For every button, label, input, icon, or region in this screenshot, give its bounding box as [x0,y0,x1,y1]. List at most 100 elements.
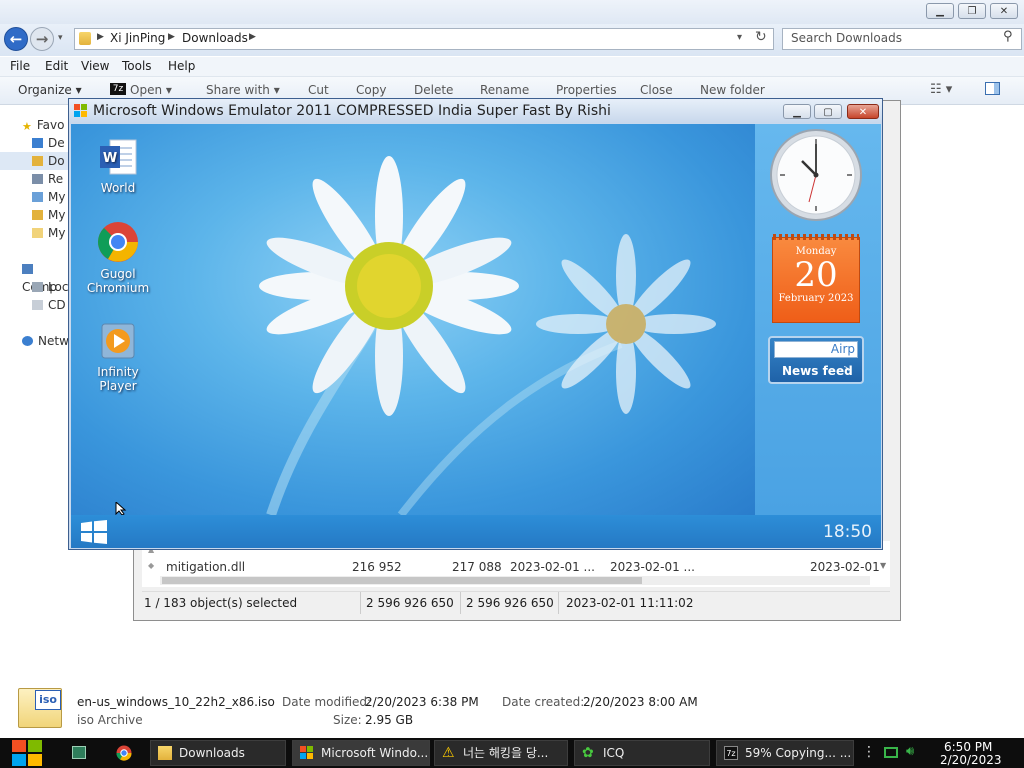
7zip-scroll-edge [882,191,891,371]
share-with-button[interactable]: Share with ▾ [206,83,280,97]
breadcrumb-downloads[interactable]: Downloads [182,31,248,45]
menu-bar: File Edit View Tools Help [0,57,1024,77]
nav-my-2[interactable]: My [32,206,65,224]
news-feed-input[interactable]: Airp [774,341,858,358]
emu-close-button[interactable]: ✕ [847,104,879,119]
taskbar-time[interactable]: 6:50 PM [944,740,992,754]
library-icon [32,192,43,202]
search-placeholder: Search Downloads [791,31,902,45]
back-button[interactable]: ← [4,27,28,51]
scrollbar-thumb[interactable] [162,577,642,584]
close-archive-button[interactable]: Close [640,83,673,97]
news-feed-gadget[interactable]: Airp News feed ◝ [768,336,864,384]
nav-recent[interactable]: Re [32,170,63,188]
nav-desktop[interactable]: De [32,134,65,152]
nav-network[interactable]: Netw [22,332,69,350]
properties-button[interactable]: Properties [556,83,617,97]
recent-places-icon [32,174,43,184]
rss-icon: ◝ [844,363,849,377]
close-button[interactable]: ✕ [990,3,1018,19]
media-player-icon [101,323,135,359]
address-bar[interactable]: ▶ Xi JinPing ▶ Downloads ▶ ▾ ↻ [74,28,774,50]
file-accessed: 2023-02-01 [810,560,880,574]
horizontal-scrollbar[interactable] [160,576,870,585]
breadcrumb-user[interactable]: Xi JinPing [110,31,165,45]
task-downloads[interactable]: Downloads [150,740,286,766]
refresh-icon[interactable]: ↻ [755,29,767,45]
nav-favorites[interactable]: ★ Favo [22,116,64,134]
nav-my-1[interactable]: My [32,188,65,206]
7zip-status-bar: 1 / 183 object(s) selected 2 596 926 650… [142,591,890,614]
breadcrumb-separator-icon: ▶ [97,32,104,42]
calendar-gadget[interactable]: Monday 20 February 2023 [772,234,860,323]
nav-my-3[interactable]: My [32,224,65,242]
copy-button[interactable]: Copy [356,83,386,97]
search-input[interactable]: Search Downloads ⚲ [782,28,1022,50]
menu-edit[interactable]: Edit [45,59,68,73]
mouse-cursor-icon [115,502,127,515]
start-button[interactable] [81,520,107,544]
calendar-day: 20 [794,255,838,295]
details-modified: 2/20/2023 6:38 PM [365,695,479,709]
calendar-rings [773,234,859,240]
overflow-menu-icon[interactable]: ⋮ [862,744,876,760]
task-warning[interactable]: ⚠ 너는 해킹을 당... [434,740,568,766]
network-tray-icon[interactable] [884,747,898,758]
emulator-titlebar[interactable]: Microsoft Windows Emulator 2011 COMPRESS… [69,99,882,123]
status-packed: 2 596 926 650 [466,596,554,610]
disk-icon [32,282,43,292]
desktop-icon-label: World [100,181,136,195]
preview-pane-icon[interactable] [985,82,1000,95]
task-icq[interactable]: ✿ ICQ [574,740,710,766]
table-row[interactable]: ◆ mitigation.dll 216 952 217 088 2023-02… [142,560,882,576]
menu-file[interactable]: File [10,59,30,73]
restore-button[interactable]: ❐ [958,3,986,19]
menu-help[interactable]: Help [168,59,195,73]
new-folder-button[interactable]: New folder [700,83,765,97]
rename-button[interactable]: Rename [480,83,529,97]
chrome-taskbar-icon[interactable] [116,745,132,761]
taskbar-date[interactable]: 2/20/2023 [940,753,1002,767]
delete-button[interactable]: Delete [414,83,453,97]
task-emulator[interactable]: Microsoft Windo... [292,740,430,766]
menu-tools[interactable]: Tools [122,59,152,73]
daisy-wallpaper [259,156,716,515]
desktop-icon-word[interactable]: W World [83,136,153,195]
desktop-icon [32,138,43,148]
7zip-icon: 7z [724,746,738,760]
recent-pages-chevron-icon[interactable]: ▾ [58,33,63,43]
network-icon [22,336,33,346]
address-dropdown-icon[interactable]: ▾ [737,32,742,43]
volume-icon[interactable]: 🔊︎ [906,744,914,759]
nav-item-label: CD [48,298,66,312]
clock-gadget-icon[interactable] [769,128,863,222]
emulated-desktop[interactable]: W World Gugol Chromium Infinity Player [71,124,755,515]
nav-cd-drive[interactable]: CD [32,296,66,314]
nav-computer[interactable]: Comp [22,260,72,294]
details-created: 2/20/2023 8:00 AM [583,695,698,709]
nav-local-disk[interactable]: Loc [32,278,68,296]
folder-icon [158,746,172,760]
file-size: 216 952 [352,560,402,574]
news-feed-label: News feed [782,364,853,378]
status-divider [360,592,361,614]
address-row: ← → ▾ ▶ Xi JinPing ▶ Downloads ▶ ▾ ↻ Sea… [0,24,1024,56]
nav-favorites-label: Favo [36,118,65,132]
open-button[interactable]: Open ▾ [130,83,172,97]
minimize-button[interactable]: ▁ [926,3,954,19]
menu-view[interactable]: View [81,59,109,73]
scroll-down-icon[interactable]: ▼ [880,561,886,570]
nav-downloads[interactable]: Do [0,152,72,170]
desktop-icon-infinity-player[interactable]: Infinity Player [83,322,153,393]
desktop-icon-chromium[interactable]: Gugol Chromium [83,220,153,295]
emu-maximize-button[interactable]: ▢ [814,104,842,119]
task-7zip-copying[interactable]: 7z 59% Copying... ... [716,740,854,766]
view-options-icon[interactable]: ☷ ▾ [930,82,952,97]
cut-button[interactable]: Cut [308,83,329,97]
emu-minimize-button[interactable]: ▁ [783,104,811,119]
search-icon[interactable]: ⚲ [1003,29,1013,44]
organize-button[interactable]: Organize ▾ [18,83,82,97]
windows-start-icon[interactable] [10,738,44,768]
forward-button[interactable]: → [30,27,54,51]
quick-launch-app-icon[interactable] [72,746,86,759]
